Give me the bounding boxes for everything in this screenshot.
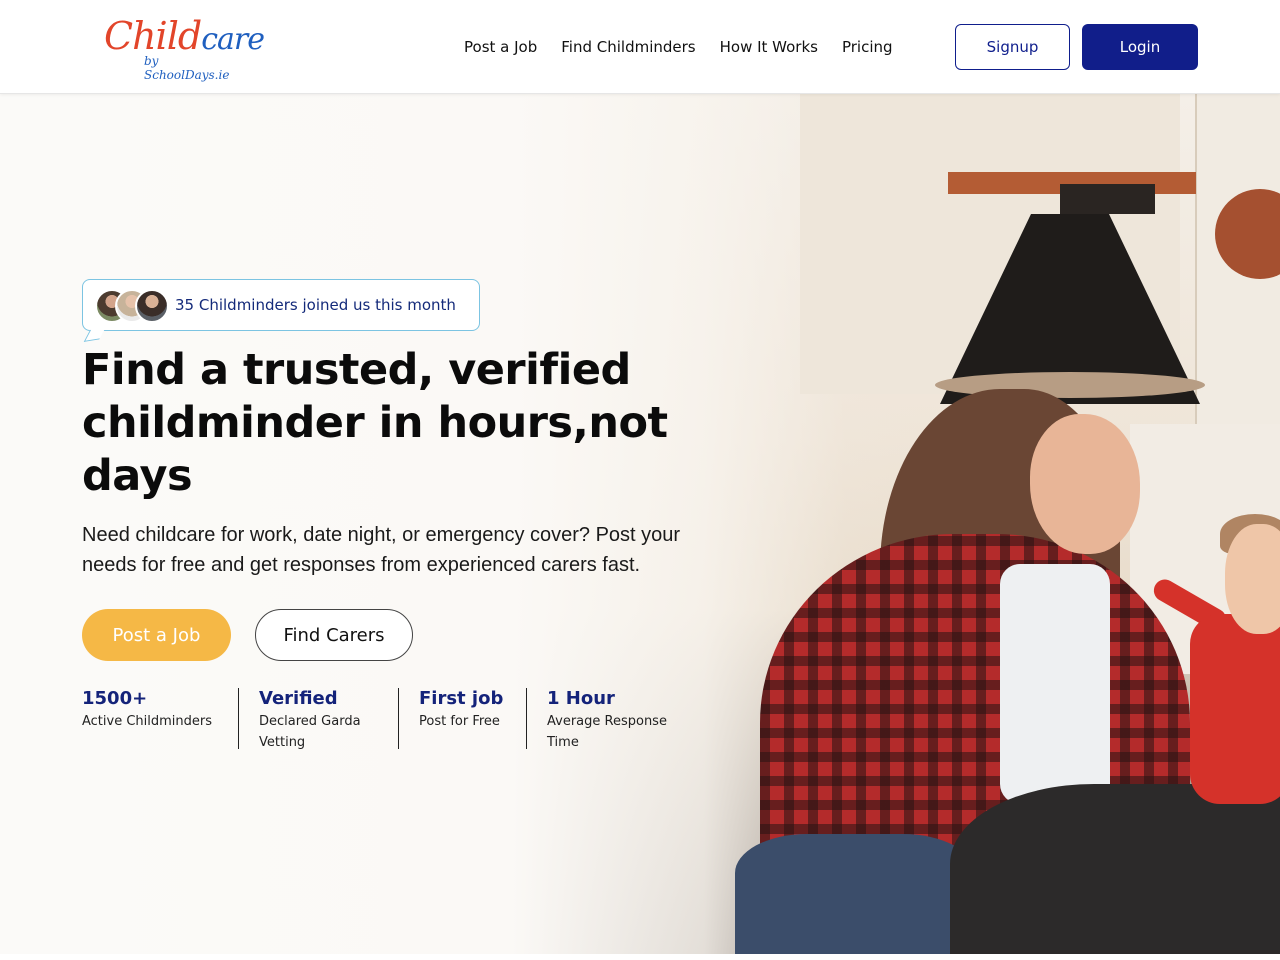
find-carers-button[interactable]: Find Carers bbox=[255, 609, 413, 661]
hero-headline: Find a trusted, verified childminder in … bbox=[82, 345, 668, 501]
badge-text: 35 Childminders joined us this month bbox=[175, 296, 456, 314]
logo-tagline: by SchoolDays.ie bbox=[144, 54, 230, 82]
post-a-job-button[interactable]: Post a Job bbox=[82, 609, 231, 661]
signup-button[interactable]: Signup bbox=[955, 24, 1070, 70]
stat-value: 1500+ bbox=[82, 688, 148, 709]
main-nav: Post a Job Find Childminders How It Work… bbox=[464, 36, 893, 58]
stat-label: Active Childminders bbox=[82, 714, 213, 729]
stat-active-childminders: 1500+ Active Childminders bbox=[82, 688, 232, 750]
site-header: Childcare by SchoolDays.ie Post a Job Fi… bbox=[0, 0, 1280, 94]
stat-label: Post for Free bbox=[419, 714, 500, 729]
nav-pricing[interactable]: Pricing bbox=[842, 36, 893, 58]
stat-value: 1 Hour bbox=[547, 688, 615, 709]
childcare-logo[interactable]: Childcare by SchoolDays.ie bbox=[104, 14, 265, 82]
logo-word-child: Child bbox=[104, 14, 202, 58]
nav-how-it-works[interactable]: How It Works bbox=[720, 36, 818, 58]
new-childminders-badge: 35 Childminders joined us this month bbox=[82, 279, 480, 331]
photo-counter bbox=[950, 784, 1280, 954]
hero-section: 35 Childminders joined us this month Fin… bbox=[0, 94, 1280, 954]
photo-woman-tee bbox=[1000, 564, 1110, 804]
photo-child-body bbox=[1190, 614, 1280, 804]
stat-response-time: 1 Hour Average Response Time bbox=[547, 688, 687, 750]
photo-woman-face bbox=[1030, 414, 1140, 554]
avatar bbox=[135, 289, 169, 323]
photo-jeans bbox=[735, 834, 975, 954]
stat-divider bbox=[398, 688, 399, 749]
photo-hood-chimney bbox=[1060, 184, 1155, 214]
photo-child-face bbox=[1225, 524, 1280, 634]
login-button[interactable]: Login bbox=[1082, 24, 1198, 70]
stat-divider bbox=[238, 688, 239, 749]
stat-first-job: First job Post for Free bbox=[419, 688, 524, 750]
stat-value: First job bbox=[419, 688, 504, 709]
stat-label: Declared Garda Vetting bbox=[259, 714, 361, 750]
stat-verified: Verified Declared Garda Vetting bbox=[259, 688, 379, 750]
avatar-group bbox=[95, 289, 169, 323]
nav-find-childminders[interactable]: Find Childminders bbox=[561, 36, 695, 58]
logo-word-care: care bbox=[201, 22, 265, 57]
stat-label: Average Response Time bbox=[547, 714, 667, 750]
stat-value: Verified bbox=[259, 688, 338, 709]
nav-post-a-job[interactable]: Post a Job bbox=[464, 36, 537, 58]
hero-subtext: Need childcare for work, date night, or … bbox=[82, 524, 681, 576]
stat-divider bbox=[526, 688, 527, 749]
